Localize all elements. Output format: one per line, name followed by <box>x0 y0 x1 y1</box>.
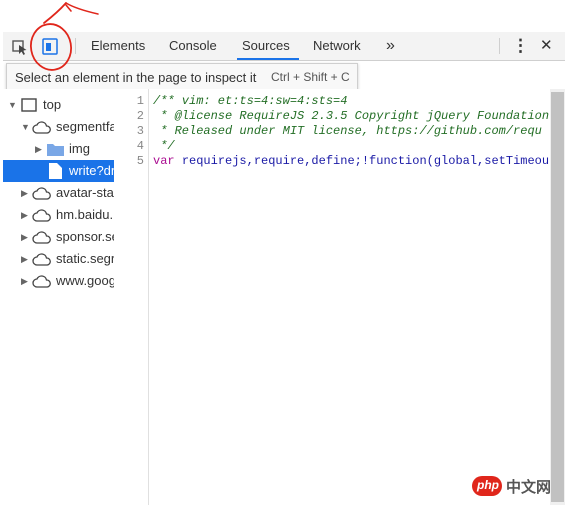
code-line: */ <box>153 139 175 153</box>
cloud-icon <box>32 253 51 266</box>
collapsed-triangle-icon[interactable]: ▶ <box>21 248 28 270</box>
folder-icon <box>47 144 64 156</box>
tree-item-top[interactable]: ▼ top <box>3 94 114 116</box>
tree-item-label: write?dr <box>69 163 114 178</box>
collapsed-triangle-icon[interactable]: ▶ <box>35 138 42 160</box>
tree-item-label: hm.baidu. <box>56 207 114 222</box>
line-number: 3 <box>136 124 144 138</box>
sources-navigator: ▼ top ▼ segmentfa ▶ img write?dr ▶ avata… <box>3 89 115 505</box>
tree-item-write-draft[interactable]: write?dr <box>3 160 114 182</box>
tree-item-www-google[interactable]: ▶ www.goog <box>3 270 114 292</box>
cloud-icon <box>32 187 51 200</box>
editor-scrollbar-thumb[interactable] <box>551 92 564 502</box>
code-keyword: var <box>153 154 175 168</box>
php-watermark: php 中文网 <box>472 474 562 500</box>
frame-icon <box>21 98 37 112</box>
line-number: 1 <box>136 94 144 108</box>
tree-item-hm-baidu[interactable]: ▶ hm.baidu. <box>3 204 114 226</box>
tree-item-sponsor[interactable]: ▶ sponsor.se <box>3 226 114 248</box>
line-number-gutter: 1 2 3 4 5 <box>114 89 149 505</box>
line-number: 5 <box>136 154 144 168</box>
line-number: 4 <box>136 139 144 153</box>
tree-item-segmentfault[interactable]: ▼ segmentfa <box>3 116 114 138</box>
code-line: * @license RequireJS 2.3.5 Copyright jQu… <box>153 109 550 123</box>
code-text: requirejs,require,define;!function(globa… <box>181 154 550 168</box>
code-line: * Released under MIT license, https://gi… <box>153 124 542 138</box>
collapsed-triangle-icon[interactable]: ▶ <box>21 204 28 226</box>
tree-item-label: top <box>43 97 62 112</box>
tree-item-label: avatar-sta <box>56 185 114 200</box>
annotation-circle-arrow <box>30 2 99 71</box>
cloud-icon <box>32 231 51 244</box>
code-line: /** vim: et:ts=4:sw=4:sts=4 <box>153 94 348 108</box>
file-icon <box>49 163 62 179</box>
tree-item-label: www.goog <box>56 273 114 288</box>
code-line: var requirejs,require,define;!function(g… <box>153 154 549 168</box>
tree-item-static-segment[interactable]: ▶ static.segr <box>3 248 114 270</box>
line-number: 2 <box>136 109 144 123</box>
collapsed-triangle-icon[interactable]: ▶ <box>21 182 28 204</box>
tree-item-label: static.segr <box>56 251 114 266</box>
collapsed-triangle-icon[interactable]: ▶ <box>21 226 28 248</box>
tree-item-img[interactable]: ▶ img <box>3 138 114 160</box>
code-editor[interactable]: 1 2 3 4 5 /** vim: et:ts=4:sw=4:sts=4 * … <box>114 89 550 505</box>
expanded-triangle-icon[interactable]: ▼ <box>21 116 30 138</box>
tree-item-label: sponsor.se <box>56 229 114 244</box>
cloud-icon <box>32 121 51 134</box>
collapsed-triangle-icon[interactable]: ▶ <box>21 270 28 292</box>
watermark-text: 中文网 <box>506 479 552 496</box>
tree-item-label: segmentfa <box>56 119 114 134</box>
watermark-badge: php <box>477 478 499 492</box>
expanded-triangle-icon[interactable]: ▼ <box>8 94 17 116</box>
cloud-icon <box>32 275 51 288</box>
tree-item-avatar-static[interactable]: ▶ avatar-sta <box>3 182 114 204</box>
tree-item-label: img <box>69 141 90 156</box>
cloud-icon <box>32 209 51 222</box>
